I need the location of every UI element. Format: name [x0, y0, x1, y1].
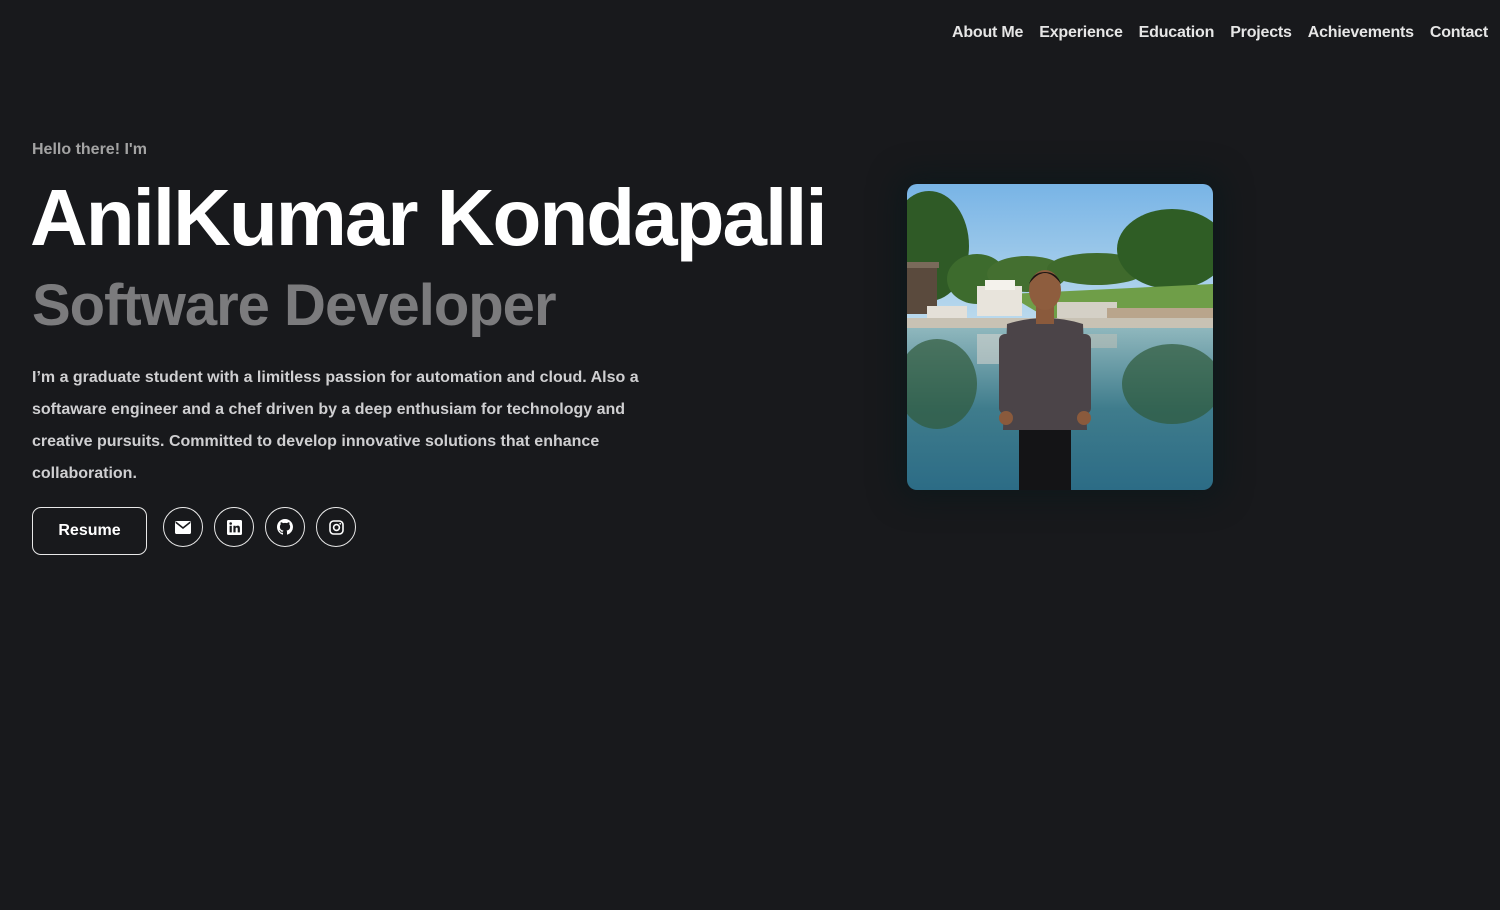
envelope-icon — [175, 520, 191, 534]
portfolio-page: About Me Experience Education Projects A… — [0, 0, 1500, 910]
instagram-icon — [328, 519, 344, 535]
hero-role: Software Developer — [32, 273, 557, 338]
github-link[interactable] — [265, 507, 305, 547]
instagram-link[interactable] — [316, 507, 356, 547]
nav-education[interactable]: Education — [1139, 20, 1215, 46]
hero-name: AnilKumar Kondapalli — [30, 173, 828, 262]
nav-about-me[interactable]: About Me — [952, 20, 1023, 46]
profile-photo — [907, 184, 1213, 490]
nav-projects[interactable]: Projects — [1230, 20, 1292, 46]
github-icon — [277, 519, 293, 535]
hero-actions: Resume — [32, 507, 367, 555]
resume-button[interactable]: Resume — [32, 507, 147, 555]
top-nav: About Me Experience Education Projects A… — [952, 20, 1488, 46]
linkedin-link[interactable] — [214, 507, 254, 547]
nav-contact[interactable]: Contact — [1430, 20, 1488, 46]
nav-experience[interactable]: Experience — [1039, 20, 1123, 46]
hero-greeting: Hello there! I'm — [32, 141, 147, 158]
email-link[interactable] — [163, 507, 203, 547]
nav-achievements[interactable]: Achievements — [1308, 20, 1414, 46]
hero-bio: I’m a graduate student with a limitless … — [32, 369, 639, 482]
linkedin-icon — [226, 519, 242, 535]
